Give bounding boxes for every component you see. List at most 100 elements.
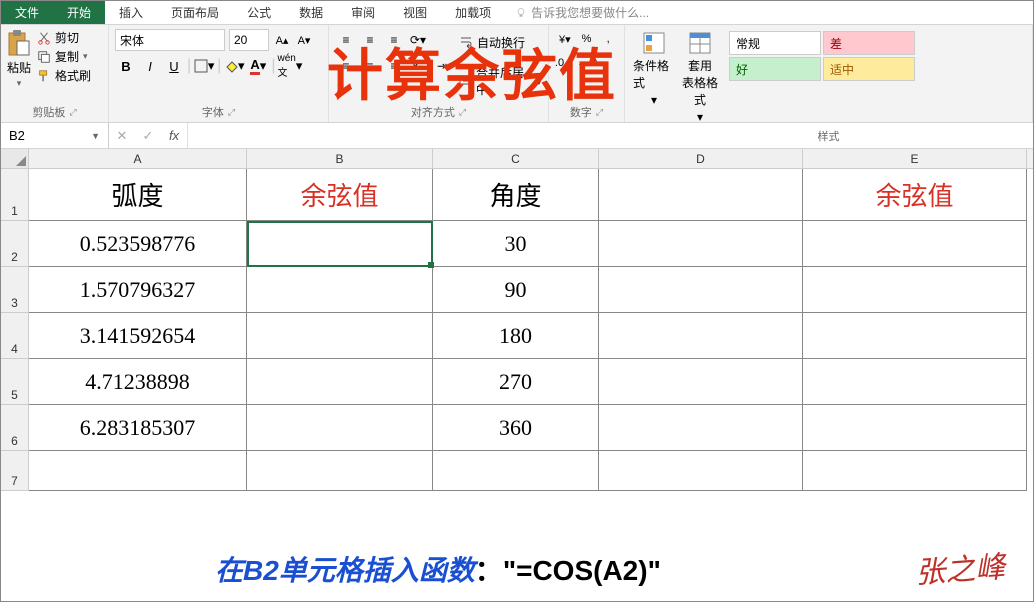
inc-decimal-button[interactable]: .0→	[555, 53, 575, 73]
cell-d6[interactable]	[599, 405, 803, 451]
tab-review[interactable]: 审阅	[337, 1, 389, 24]
cell-e6[interactable]	[803, 405, 1027, 451]
cell-a3[interactable]: 1.570796327	[29, 267, 247, 313]
col-header-b[interactable]: B	[247, 149, 433, 168]
row-header-7[interactable]: 7	[1, 451, 29, 491]
table-format-button[interactable]: 套用 表格格式▾	[679, 31, 721, 124]
cell-c3[interactable]: 90	[433, 267, 599, 313]
comma-button[interactable]: ,	[598, 29, 618, 49]
tab-insert[interactable]: 插入	[105, 1, 157, 24]
col-header-d[interactable]: D	[599, 149, 803, 168]
cell-c7[interactable]	[433, 451, 599, 491]
indent-dec-button[interactable]: ⇤	[407, 55, 429, 77]
cell-d1[interactable]	[599, 169, 803, 221]
percent-button[interactable]: %	[577, 29, 597, 49]
cut-button[interactable]: 剪切	[37, 29, 91, 46]
cell-c2[interactable]: 30	[433, 221, 599, 267]
cell-b6[interactable]	[247, 405, 433, 451]
underline-button[interactable]: U	[163, 55, 185, 77]
tell-me[interactable]: 告诉我您想要做什么...	[505, 1, 659, 24]
merge-center-button[interactable]: 合并后居中 ▾	[459, 64, 542, 98]
style-neutral[interactable]: 适中	[823, 57, 915, 81]
decrease-font-button[interactable]: A▾	[295, 29, 313, 51]
cell-b7[interactable]	[247, 451, 433, 491]
number-launcher[interactable]: ⤢	[596, 107, 603, 118]
row-header-1[interactable]: 1	[1, 169, 29, 221]
font-launcher[interactable]: ⤢	[228, 107, 235, 118]
cell-e5[interactable]	[803, 359, 1027, 405]
dec-decimal-button[interactable]: ←.0	[577, 53, 597, 73]
align-center-button[interactable]: ≡	[359, 55, 381, 77]
accept-formula-button[interactable]: ✓	[135, 123, 161, 148]
cancel-formula-button[interactable]: ✕	[109, 123, 135, 148]
phonetic-button[interactable]: wén文▾	[277, 55, 302, 77]
font-color-button[interactable]: A▾	[247, 55, 269, 77]
italic-button[interactable]: I	[139, 55, 161, 77]
row-header-2[interactable]: 2	[1, 221, 29, 267]
bold-button[interactable]: B	[115, 55, 137, 77]
align-bottom-button[interactable]: ≡	[383, 29, 405, 51]
borders-button[interactable]: ▾	[193, 55, 215, 77]
tab-home[interactable]: 开始	[53, 1, 105, 24]
style-bad[interactable]: 差	[823, 31, 915, 55]
wrap-text-button[interactable]: 自动换行	[459, 34, 542, 51]
cell-b5[interactable]	[247, 359, 433, 405]
cell-a4[interactable]: 3.141592654	[29, 313, 247, 359]
cell-d3[interactable]	[599, 267, 803, 313]
clipboard-launcher[interactable]: ⤢	[69, 107, 76, 118]
cell-a2[interactable]: 0.523598776	[29, 221, 247, 267]
cell-d7[interactable]	[599, 451, 803, 491]
increase-font-button[interactable]: A▴	[273, 29, 291, 51]
cell-e4[interactable]	[803, 313, 1027, 359]
format-painter-button[interactable]: 格式刷	[37, 67, 91, 84]
cell-b2[interactable]	[247, 221, 433, 267]
font-size-input[interactable]	[229, 29, 269, 51]
row-header-5[interactable]: 5	[1, 359, 29, 405]
cell-e2[interactable]	[803, 221, 1027, 267]
currency-button[interactable]: ¥▾	[555, 29, 575, 49]
row-header-3[interactable]: 3	[1, 267, 29, 313]
row-header-6[interactable]: 6	[1, 405, 29, 451]
conditional-format-button[interactable]: 条件格式▾	[633, 31, 675, 107]
align-top-button[interactable]: ≡	[335, 29, 357, 51]
col-header-a[interactable]: A	[29, 149, 247, 168]
cell-e3[interactable]	[803, 267, 1027, 313]
style-normal[interactable]: 常规	[729, 31, 821, 55]
cell-c5[interactable]: 270	[433, 359, 599, 405]
cell-d4[interactable]	[599, 313, 803, 359]
name-box[interactable]: B2▼	[1, 123, 109, 148]
cell-c6[interactable]: 360	[433, 405, 599, 451]
paste-button[interactable]: 粘贴 ▾	[7, 29, 31, 89]
cell-d2[interactable]	[599, 221, 803, 267]
tab-data[interactable]: 数据	[285, 1, 337, 24]
align-middle-button[interactable]: ≡	[359, 29, 381, 51]
cell-b3[interactable]	[247, 267, 433, 313]
align-right-button[interactable]: ≡	[383, 55, 405, 77]
col-header-c[interactable]: C	[433, 149, 599, 168]
tab-formulas[interactable]: 公式	[233, 1, 285, 24]
align-left-button[interactable]: ≡	[335, 55, 357, 77]
cell-a6[interactable]: 6.283185307	[29, 405, 247, 451]
orientation-button[interactable]: ⟳▾	[407, 29, 429, 51]
style-good[interactable]: 好	[729, 57, 821, 81]
tab-view[interactable]: 视图	[389, 1, 441, 24]
cell-a1[interactable]: 弧度	[29, 169, 247, 221]
tab-file[interactable]: 文件	[1, 1, 53, 24]
select-all-corner[interactable]	[1, 149, 29, 168]
indent-inc-button[interactable]: ⇥	[431, 55, 453, 77]
cell-d5[interactable]	[599, 359, 803, 405]
cell-c1[interactable]: 角度	[433, 169, 599, 221]
tab-addins[interactable]: 加载项	[441, 1, 505, 24]
tab-layout[interactable]: 页面布局	[157, 1, 233, 24]
insert-function-button[interactable]: fx	[161, 123, 187, 148]
cell-a7[interactable]	[29, 451, 247, 491]
align-launcher[interactable]: ⤢	[459, 107, 466, 118]
cell-a5[interactable]: 4.71238898	[29, 359, 247, 405]
font-name-input[interactable]	[115, 29, 225, 51]
cell-b1[interactable]: 余弦值	[247, 169, 433, 221]
row-header-4[interactable]: 4	[1, 313, 29, 359]
cell-e7[interactable]	[803, 451, 1027, 491]
fill-color-button[interactable]: ▾	[223, 55, 245, 77]
copy-button[interactable]: 复制 ▾	[37, 48, 91, 65]
cell-c4[interactable]: 180	[433, 313, 599, 359]
